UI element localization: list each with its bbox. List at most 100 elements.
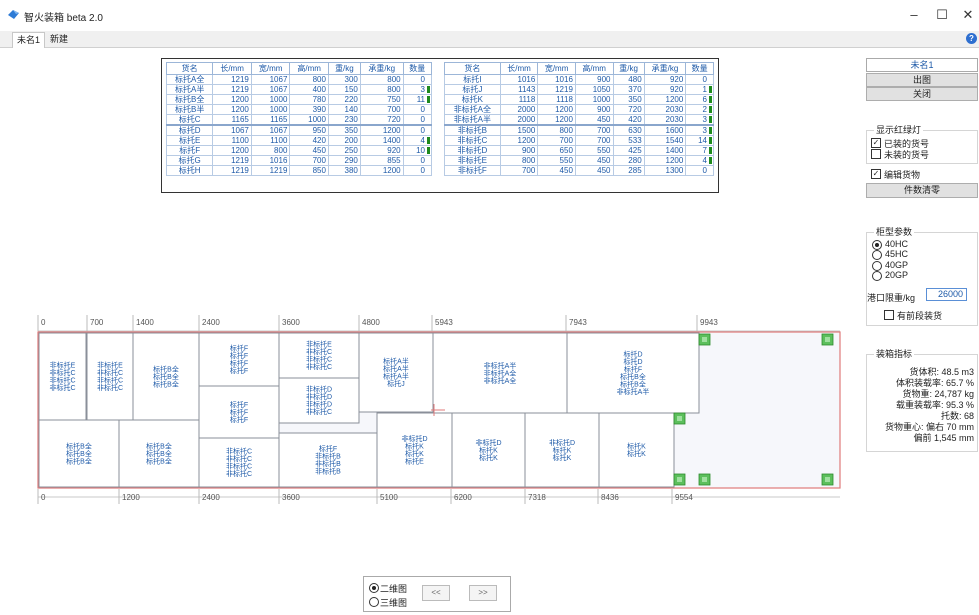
table-row[interactable]: 非标托B 1500 800 700 630 1600 3 — [444, 124, 714, 136]
table-cell[interactable]: 4 — [402, 135, 433, 146]
tab-new[interactable]: 新建 — [46, 32, 72, 47]
table-cell[interactable]: 1200 — [643, 155, 687, 166]
table-cell[interactable]: 1100 — [250, 135, 291, 146]
table-row[interactable]: 标托A全 1219 1067 800 300 800 0 — [165, 74, 433, 85]
table-cell[interactable]: 700 — [359, 104, 404, 115]
table-cell[interactable]: 10 — [402, 145, 433, 156]
table-cell[interactable]: 标托B全 — [165, 94, 214, 105]
table-cell[interactable]: 920 — [643, 74, 687, 85]
close-window-button[interactable]: ✕ — [958, 6, 978, 24]
table-cell[interactable]: 140 — [327, 104, 361, 115]
port-limit-input[interactable]: 26000 — [926, 288, 967, 301]
radio-40gp[interactable] — [872, 261, 882, 271]
table-cell[interactable]: 2 — [685, 104, 714, 115]
table-cell[interactable]: 1219 — [212, 155, 252, 166]
table-cell[interactable]: 标托A全 — [165, 74, 214, 85]
edit-cargo-checkbox[interactable]: ✓ — [871, 169, 881, 179]
table-cell[interactable]: 非标托F — [444, 165, 501, 176]
table-cell[interactable]: 标托B半 — [165, 104, 214, 115]
table-cell[interactable]: 1067 — [250, 84, 291, 95]
table-cell[interactable]: 11 — [402, 94, 433, 105]
table-cell[interactable]: 700 — [574, 135, 614, 146]
table-cell[interactable]: 1000 — [250, 104, 291, 115]
table-row[interactable]: 非标托D 900 650 550 425 1400 7 — [444, 145, 714, 156]
table-cell[interactable]: 280 — [612, 155, 645, 166]
clear-count-button[interactable]: 件数清零 — [866, 183, 978, 198]
table-cell[interactable]: 标托F — [165, 145, 214, 156]
table-cell[interactable]: 0 — [402, 74, 433, 85]
table-cell[interactable]: 3 — [685, 114, 714, 126]
table-cell[interactable]: 450 — [574, 114, 614, 126]
table-cell[interactable]: 550 — [537, 155, 576, 166]
table-cell[interactable]: 1118 — [499, 94, 539, 105]
table-cell[interactable]: 标托I — [444, 74, 501, 85]
table-row[interactable]: 标托C 1165 1165 1000 230 720 0 — [165, 114, 433, 126]
table-cell[interactable]: 450 — [537, 165, 576, 176]
table-cell[interactable]: 1067 — [212, 124, 252, 136]
table-cell[interactable]: 0 — [685, 165, 714, 176]
table-cell[interactable]: 1219 — [212, 165, 252, 176]
table-cell[interactable]: 6 — [685, 94, 714, 105]
table-cell[interactable]: 800 — [359, 74, 404, 85]
table-cell[interactable]: 533 — [612, 135, 645, 146]
table-cell[interactable]: 950 — [289, 124, 329, 136]
next-button[interactable]: >> — [469, 585, 497, 601]
table-cell[interactable]: 720 — [612, 104, 645, 115]
table-row[interactable]: 标托A半 1219 1067 400 150 800 3 — [165, 84, 433, 95]
table-cell[interactable]: 850 — [289, 165, 329, 176]
table-cell[interactable]: 920 — [643, 84, 687, 95]
table-cell[interactable]: 1 — [685, 84, 714, 95]
table-cell[interactable]: 720 — [359, 114, 404, 126]
table-cell[interactable]: 3 — [402, 84, 433, 95]
table-cell[interactable]: 非标托B — [444, 124, 501, 136]
table-cell[interactable]: 380 — [327, 165, 361, 176]
table-cell[interactable]: 630 — [612, 124, 645, 136]
table-cell[interactable]: 420 — [289, 135, 329, 146]
table-row[interactable]: 标托D 1067 1067 950 350 1200 0 — [165, 124, 433, 136]
table-cell[interactable]: 标托J — [444, 84, 501, 95]
table-cell[interactable]: 1300 — [643, 165, 687, 176]
help-icon[interactable]: ? — [966, 33, 977, 44]
table-cell[interactable]: 14 — [685, 135, 714, 146]
table-cell[interactable]: 0 — [402, 155, 433, 166]
plan-name-field[interactable]: 未名1 — [866, 58, 978, 72]
table-cell[interactable]: 390 — [289, 104, 329, 115]
table-cell[interactable]: 非标托D — [444, 145, 501, 156]
table-cell[interactable]: 标托G — [165, 155, 214, 166]
table-cell[interactable]: 1118 — [537, 94, 576, 105]
table-cell[interactable]: 1000 — [289, 114, 329, 126]
table-cell[interactable]: 1219 — [212, 84, 252, 95]
table-row[interactable]: 标托J 1143 1219 1050 370 920 1 — [444, 84, 714, 95]
table-cell[interactable]: 900 — [574, 104, 614, 115]
table-cell[interactable]: 标托H — [165, 165, 214, 176]
table-cell[interactable]: 非标托C — [444, 135, 501, 146]
table-row[interactable]: 标托K 1118 1118 1000 350 1200 6 — [444, 94, 714, 105]
table-cell[interactable]: 1219 — [212, 74, 252, 85]
table-cell[interactable]: 300 — [327, 74, 361, 85]
container-plan-view[interactable]: 0 700 1400 2400 3600 4800 5943 7943 9943 0 1200 240… — [0, 312, 850, 512]
table-cell[interactable]: 780 — [289, 94, 329, 105]
table-cell[interactable]: 400 — [289, 84, 329, 95]
table-cell[interactable]: 920 — [359, 145, 404, 156]
table-cell[interactable]: 1500 — [499, 124, 539, 136]
table-cell[interactable]: 855 — [359, 155, 404, 166]
table-cell[interactable]: 1165 — [250, 114, 291, 126]
table-row[interactable]: 标托B半 1200 1000 390 140 700 0 — [165, 104, 433, 115]
table-cell[interactable]: 1200 — [359, 165, 404, 176]
table-cell[interactable]: 1067 — [250, 74, 291, 85]
table-row[interactable]: 非标托C 1200 700 700 533 1540 14 — [444, 135, 714, 146]
table-cell[interactable]: 425 — [612, 145, 645, 156]
table-cell[interactable]: 1200 — [537, 104, 576, 115]
table-cell[interactable]: 1050 — [574, 84, 614, 95]
table-cell[interactable]: 1219 — [250, 165, 291, 176]
table-cell[interactable]: 370 — [612, 84, 645, 95]
table-cell[interactable]: 1100 — [212, 135, 252, 146]
prev-button[interactable]: << — [422, 585, 450, 601]
table-cell[interactable]: 标托C — [165, 114, 214, 126]
table-cell[interactable]: 480 — [612, 74, 645, 85]
table-cell[interactable]: 1200 — [537, 114, 576, 126]
minimize-button[interactable]: – — [904, 6, 924, 24]
table-cell[interactable]: 1400 — [643, 145, 687, 156]
table-cell[interactable]: 900 — [499, 145, 539, 156]
table-cell[interactable]: 0 — [402, 165, 433, 176]
